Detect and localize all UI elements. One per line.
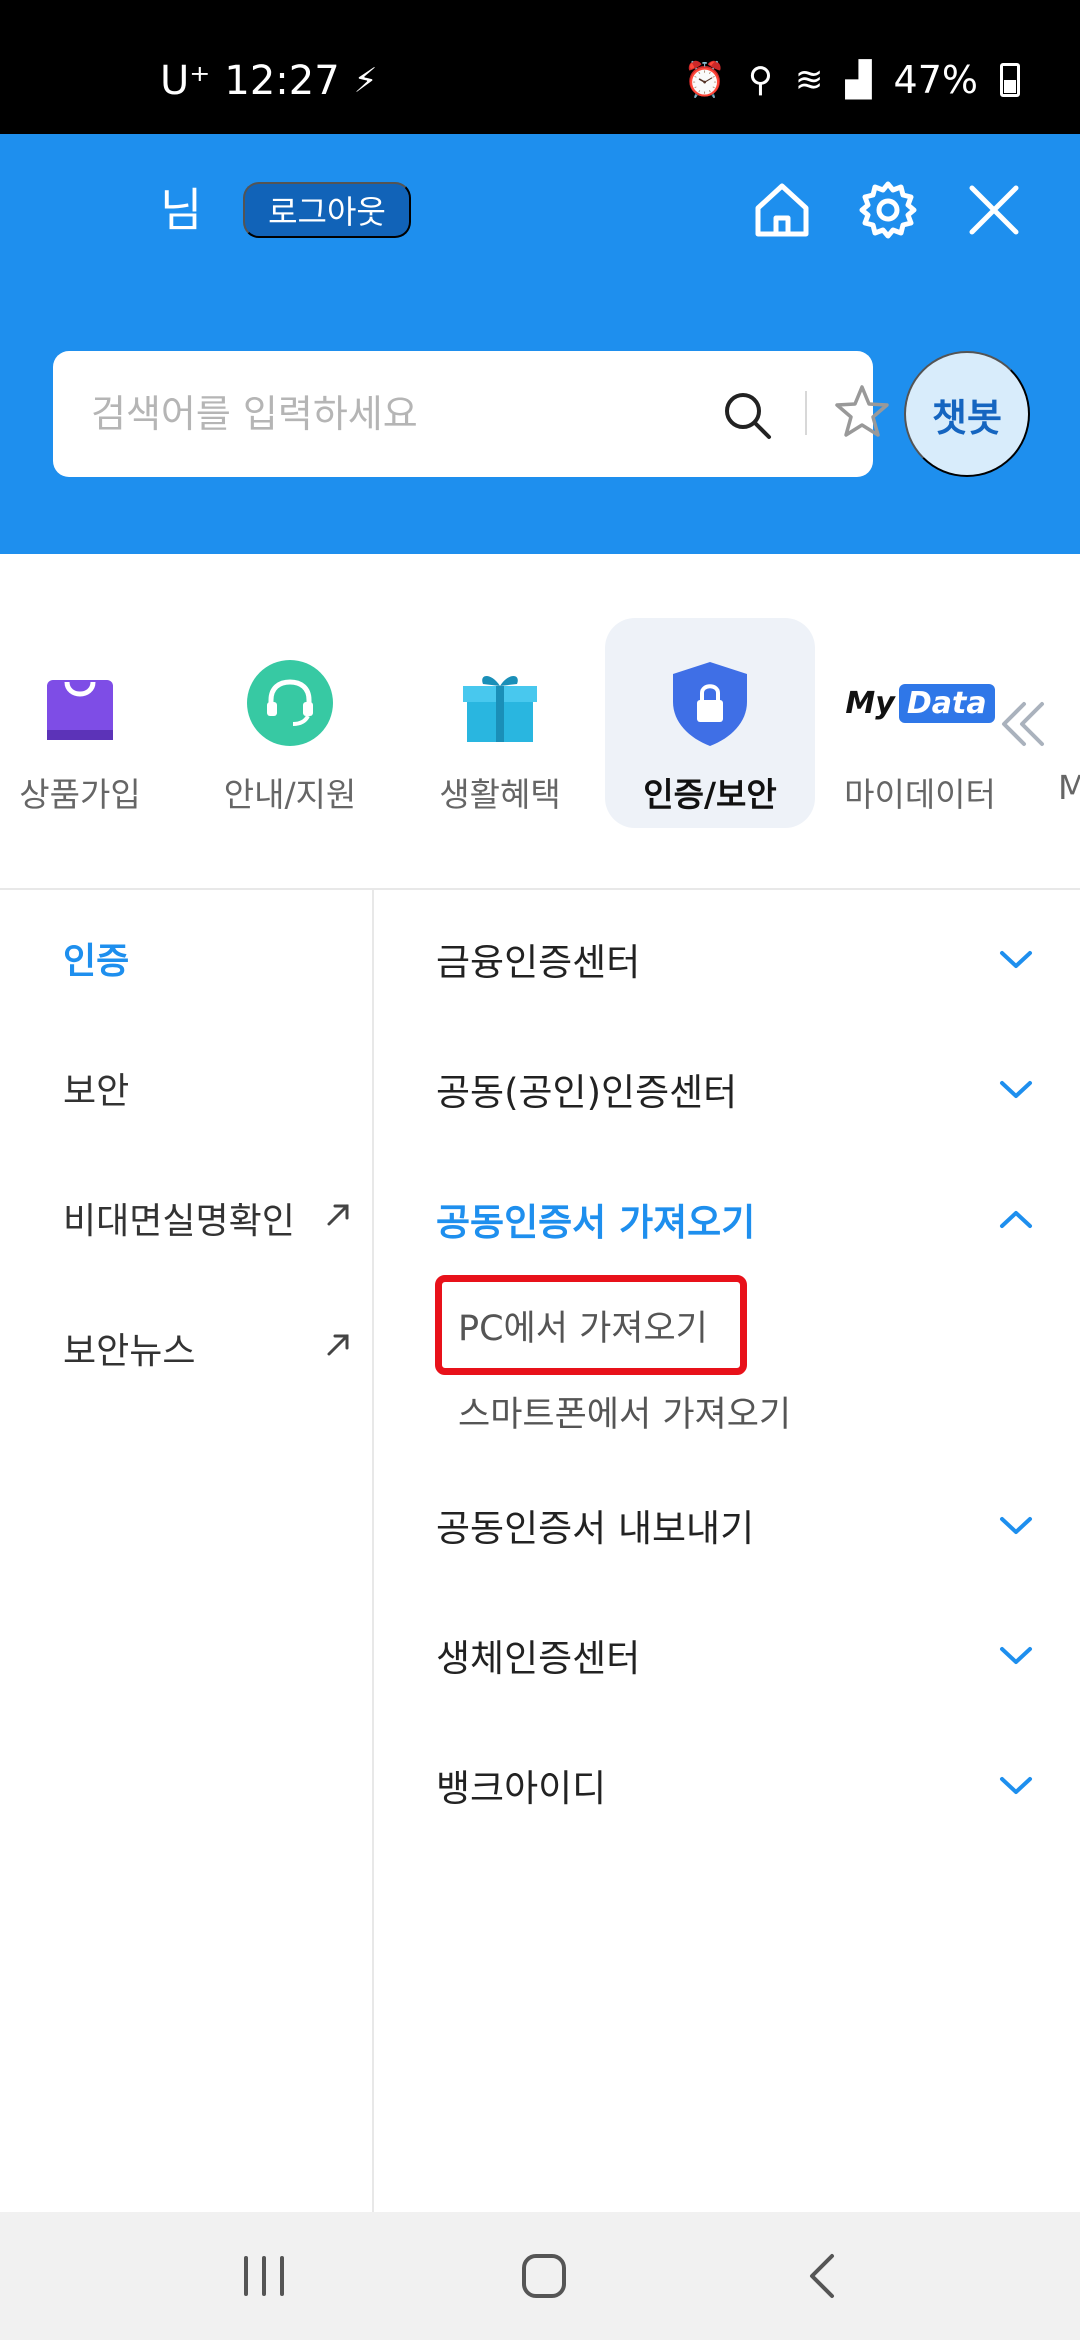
battery-percent: 47% (893, 58, 978, 102)
mydata-data-text: Data (898, 683, 995, 723)
submenu-item-import-from-smartphone[interactable]: 스마트폰에서 가져오기 (458, 1386, 791, 1437)
chevron-down-icon (996, 1506, 1036, 1536)
home-nav-icon[interactable] (512, 2246, 576, 2306)
right-menu-item-expanded[interactable]: 공동인증서 가져오기 (436, 1192, 1036, 1246)
category-row: 상품가입 안내/지원 생활혜택 인증/보안 MyData 마이데이터 M (0, 554, 1080, 890)
category-auth-security[interactable]: 인증/보안 (605, 618, 815, 828)
left-menu-label: 보안 (63, 1071, 130, 1112)
carrier-label: U⁺ (160, 58, 211, 104)
right-menu-item[interactable]: 뱅크아이디 (436, 1758, 1036, 1812)
category-label: 마이데이터 (844, 775, 996, 814)
category-guide-support[interactable]: 안내/지원 (185, 618, 395, 828)
right-menu-label: 뱅크아이디 (436, 1767, 607, 1810)
search-icon[interactable] (721, 389, 773, 441)
category-cut-label: M (1058, 768, 1080, 807)
right-menu-label: 공동인증서 내보내기 (436, 1507, 755, 1550)
headset-icon (245, 658, 335, 748)
category-label: 상품가입 (19, 775, 141, 814)
left-menu-item-security[interactable]: 보안 (63, 1062, 353, 1114)
chatbot-button[interactable]: 챗봇 (904, 351, 1030, 477)
category-label: 안내/지원 (223, 775, 357, 814)
external-link-icon (323, 1328, 353, 1358)
logout-button[interactable]: 로그아웃 (243, 182, 411, 238)
mydata-my-text: My (845, 685, 895, 721)
star-icon[interactable] (833, 383, 891, 441)
search-box (53, 351, 889, 477)
chevron-down-icon (996, 940, 1036, 970)
left-menu-label: 인증 (63, 941, 130, 982)
header: 님 로그아웃 챗봇 (0, 134, 1080, 554)
status-time: 12:27 (224, 58, 340, 104)
left-menu-item-security-news[interactable]: 보안뉴스 (63, 1322, 353, 1374)
gear-icon[interactable] (856, 178, 920, 242)
category-product-signup[interactable]: 상품가입 (0, 618, 185, 828)
right-menu-item[interactable]: 공동인증서 내보내기 (436, 1498, 1036, 1552)
right-menu-label: 공동인증서 가져오기 (436, 1201, 756, 1244)
chevron-down-icon (996, 1636, 1036, 1666)
user-name: 님 (160, 183, 203, 237)
network-speed-icon: ⚡ (353, 61, 378, 101)
left-menu-item-noncontact-id[interactable]: 비대면실명확인 (63, 1192, 353, 1244)
right-menu-item[interactable]: 공동(공인)인증센터 (436, 1062, 1036, 1116)
external-link-icon (323, 1198, 353, 1228)
chevron-up-icon (996, 1200, 1036, 1230)
battery-icon (1000, 63, 1020, 97)
wifi-icon: ≋ (794, 60, 824, 100)
status-left: U⁺ 12:27 ⚡ (160, 58, 378, 104)
close-icon[interactable] (962, 178, 1026, 242)
chevron-down-icon (996, 1070, 1036, 1100)
highlight-box (435, 1275, 747, 1375)
left-menu-item-auth[interactable]: 인증 (63, 932, 353, 984)
search-input[interactable] (91, 379, 651, 449)
left-menu-label: 보안뉴스 (63, 1331, 196, 1372)
home-icon[interactable] (750, 178, 814, 242)
status-right: ⏰ ⚲ ≋ ▟ 47% (684, 58, 1020, 102)
shield-lock-icon (665, 658, 755, 748)
category-life-benefits[interactable]: 생활혜택 (395, 618, 605, 828)
alarm-icon: ⏰ (683, 60, 726, 100)
right-menu-label: 금융인증센터 (436, 941, 641, 984)
recent-apps-icon[interactable] (232, 2246, 296, 2306)
status-bar: U⁺ 12:27 ⚡ ⏰ ⚲ ≋ ▟ 47% (0, 0, 1080, 134)
shopping-bag-icon (35, 658, 125, 748)
search-divider (805, 391, 807, 435)
right-menu-item[interactable]: 금융인증센터 (436, 932, 1036, 986)
gift-icon (455, 658, 545, 748)
category-label: 생활혜택 (439, 775, 561, 814)
signal-icon: ▟ (845, 60, 872, 100)
back-icon[interactable] (792, 2246, 856, 2306)
location-icon: ⚲ (747, 60, 773, 100)
left-menu-label: 비대면실명확인 (63, 1201, 295, 1242)
mydata-logo: My Data (845, 658, 995, 748)
category-label: 인증/보안 (643, 775, 777, 814)
right-menu-item[interactable]: 생체인증센터 (436, 1628, 1036, 1682)
right-menu-label: 공동(공인)인증센터 (436, 1071, 738, 1114)
right-menu-label: 생체인증센터 (436, 1637, 641, 1680)
navigation-bar (0, 2212, 1080, 2340)
left-menu: 인증 보안 비대면실명확인 보안뉴스 (0, 890, 374, 2212)
double-chevron-left-icon[interactable] (996, 696, 1052, 752)
category-mydata[interactable]: My Data 마이데이터 (815, 618, 1025, 828)
right-menu: 금융인증센터 공동(공인)인증센터 공동인증서 가져오기 PC에서 가져오기 스… (376, 890, 1080, 2212)
chevron-down-icon (996, 1766, 1036, 1796)
